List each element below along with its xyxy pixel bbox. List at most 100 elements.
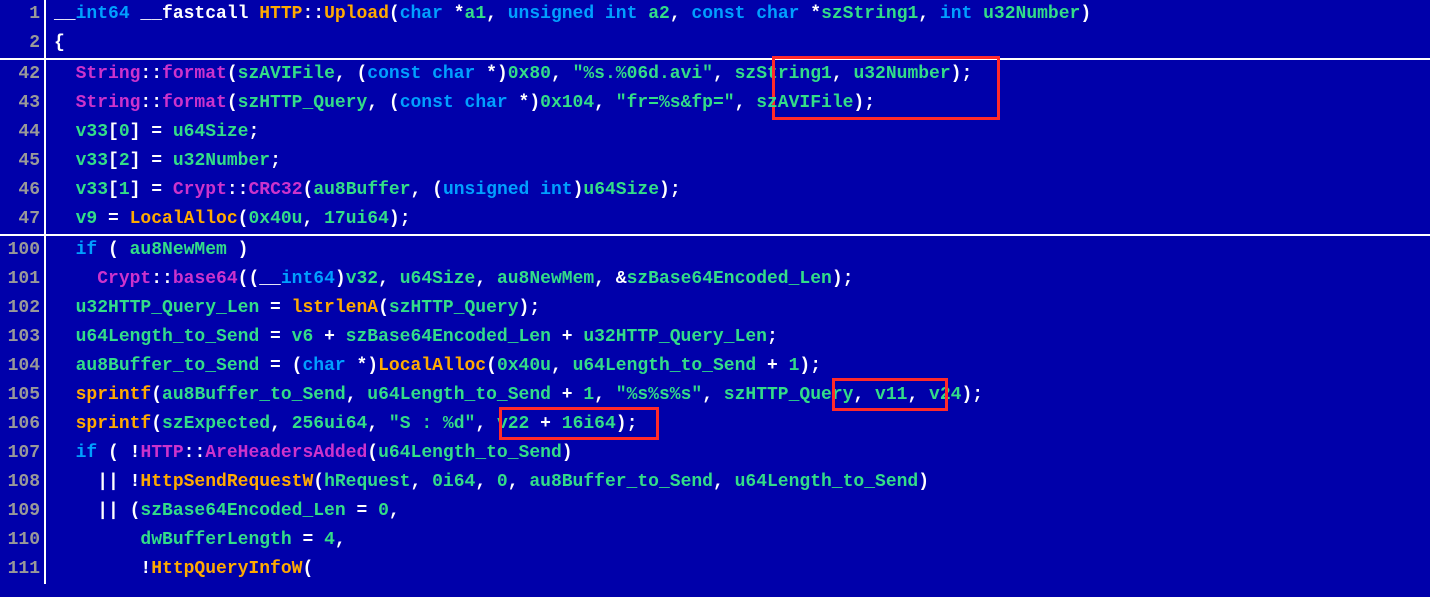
code-token[interactable]: szHTTP_Query	[389, 298, 519, 318]
code-token[interactable]: 0	[497, 472, 508, 492]
code-line[interactable]: au8Buffer_to_Send = (char *)LocalAlloc(0…	[54, 352, 1430, 381]
code-token[interactable]: au8Buffer_to_Send	[529, 472, 713, 492]
code-token[interactable]: ,	[410, 472, 432, 492]
code-token[interactable]	[594, 4, 605, 24]
code-token[interactable]: szAVIFile	[756, 93, 853, 113]
code-token[interactable]: const	[367, 64, 421, 84]
code-token[interactable]: int64	[76, 4, 130, 24]
code-token[interactable]: ( !	[97, 443, 140, 463]
code-token[interactable]: LocalAlloc	[130, 209, 238, 229]
code-token[interactable]	[54, 443, 76, 463]
code-token[interactable]: Crypt	[97, 269, 151, 289]
code-token[interactable]: __fastcall	[130, 4, 260, 24]
code-token[interactable]: HTTP	[259, 4, 302, 24]
code-token[interactable]: (	[238, 209, 249, 229]
code-token[interactable]: );	[659, 180, 681, 200]
code-token[interactable]: );	[389, 209, 411, 229]
code-token[interactable]: ,	[670, 4, 692, 24]
code-token[interactable]: )	[1080, 4, 1091, 24]
code-token[interactable]: u32HTTP_Query_Len	[76, 298, 260, 318]
code-token[interactable]: int64	[281, 269, 335, 289]
code-token[interactable]: ,	[367, 414, 389, 434]
code-token[interactable]: a1	[465, 4, 487, 24]
code-token[interactable]: !	[54, 559, 151, 579]
code-token[interactable]: ,	[346, 385, 368, 405]
code-line[interactable]: String::format(szHTTP_Query, (const char…	[54, 89, 1430, 118]
code-token[interactable]: hRequest	[324, 472, 410, 492]
code-token[interactable]: szString1	[821, 4, 918, 24]
code-token[interactable]: , (	[335, 64, 367, 84]
code-token[interactable]: 0x104	[540, 93, 594, 113]
code-token[interactable]: (	[227, 93, 238, 113]
code-token[interactable]: ,	[594, 385, 616, 405]
code-token[interactable]: ::	[227, 180, 249, 200]
code-token[interactable]: Upload	[324, 4, 389, 24]
code-token[interactable]	[54, 298, 76, 318]
code-token[interactable]: sprintf	[76, 414, 152, 434]
code-token[interactable]: , (	[367, 93, 399, 113]
code-token[interactable]: ,	[335, 530, 346, 550]
code-token[interactable]: 0	[119, 122, 130, 142]
code-area[interactable]: if ( au8NewMem ) Crypt::base64((__int64)…	[46, 236, 1430, 584]
code-token[interactable]: "%s.%06d.avi"	[573, 64, 713, 84]
code-token[interactable]: )	[918, 472, 929, 492]
code-token[interactable]: );	[853, 93, 875, 113]
code-token[interactable]: u32Number	[983, 4, 1080, 24]
code-token[interactable]: unsigned	[508, 4, 594, 24]
code-token[interactable]: u32Number	[173, 151, 270, 171]
code-token[interactable]: "fr=%s&fp="	[616, 93, 735, 113]
code-token[interactable]: ,	[702, 385, 724, 405]
code-token[interactable]: )	[573, 180, 584, 200]
code-token[interactable]	[54, 327, 76, 347]
code-token[interactable]: 2	[119, 151, 130, 171]
code-token[interactable]: =	[259, 298, 291, 318]
code-line[interactable]: String::format(szAVIFile, (const char *)…	[54, 60, 1430, 89]
code-token[interactable]: ,	[713, 64, 735, 84]
code-token[interactable]: u64Size	[583, 180, 659, 200]
code-token[interactable]: szBase64Encoded_Len	[627, 269, 832, 289]
code-line[interactable]: sprintf(au8Buffer_to_Send, u64Length_to_…	[54, 381, 1430, 410]
code-token[interactable]: [	[108, 151, 119, 171]
code-area[interactable]: __int64 __fastcall HTTP::Upload(char *a1…	[46, 0, 1430, 58]
code-token[interactable]: "%s%s%s"	[616, 385, 702, 405]
code-token[interactable]	[54, 209, 76, 229]
code-token[interactable]: a2	[648, 4, 670, 24]
code-token[interactable]: char	[465, 93, 508, 113]
code-token[interactable]: v22	[497, 414, 529, 434]
code-token[interactable]: ,	[551, 64, 573, 84]
code-line[interactable]: v33[1] = Crypt::CRC32(au8Buffer, (unsign…	[54, 176, 1430, 205]
code-token[interactable]: int	[605, 4, 637, 24]
code-token[interactable]: [	[108, 122, 119, 142]
code-token[interactable]: =	[97, 209, 129, 229]
code-token[interactable]: 16i64	[562, 414, 616, 434]
code-token[interactable]: =	[346, 501, 378, 521]
code-token[interactable]: base64	[173, 269, 238, 289]
code-token[interactable]	[54, 93, 76, 113]
code-token[interactable]: au8NewMem	[497, 269, 594, 289]
code-token[interactable]	[454, 93, 465, 113]
code-token[interactable]: , &	[594, 269, 626, 289]
code-token[interactable]: (	[227, 64, 238, 84]
code-token[interactable]: 1	[119, 180, 130, 200]
code-token[interactable]: = (	[259, 356, 302, 376]
code-token[interactable]: *	[799, 4, 821, 24]
code-token[interactable]: char	[302, 356, 345, 376]
code-token[interactable]: );	[799, 356, 821, 376]
code-token[interactable]: char	[432, 64, 475, 84]
code-token[interactable]: =	[259, 327, 291, 347]
code-token[interactable]: szHTTP_Query	[724, 385, 854, 405]
code-token[interactable]: ,	[713, 472, 735, 492]
code-token[interactable]: 0x80	[508, 64, 551, 84]
code-token[interactable]: ,	[378, 269, 400, 289]
code-token[interactable]	[54, 180, 76, 200]
code-token[interactable]: szBase64Encoded_Len	[346, 327, 551, 347]
code-area[interactable]: String::format(szAVIFile, (const char *)…	[46, 60, 1430, 234]
code-token[interactable]: if	[76, 443, 98, 463]
code-line[interactable]: || (szBase64Encoded_Len = 0,	[54, 497, 1430, 526]
code-token[interactable]: ,	[735, 93, 757, 113]
code-token[interactable]: u64Length_to_Send	[76, 327, 260, 347]
code-token[interactable]	[637, 4, 648, 24]
code-token[interactable]: (	[302, 559, 313, 579]
code-token[interactable]: , (	[411, 180, 443, 200]
code-token[interactable]: ,	[594, 93, 616, 113]
